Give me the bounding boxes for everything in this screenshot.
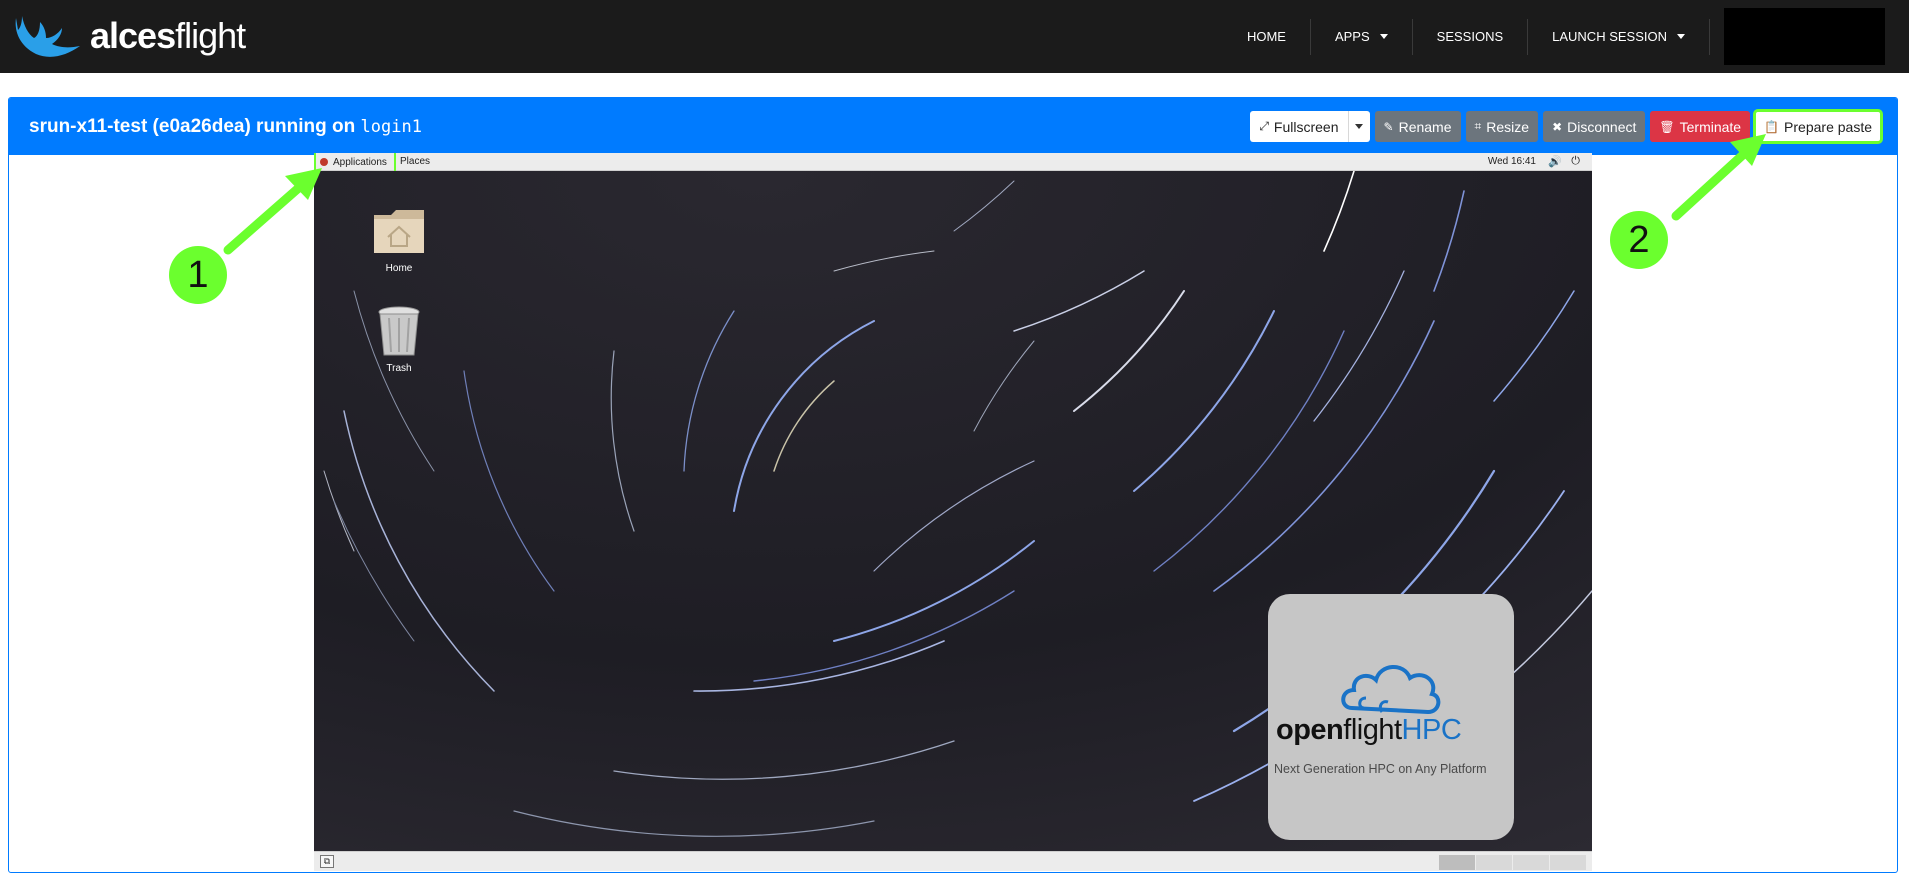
cloud-icon bbox=[1341, 665, 1441, 715]
gnome-foot-icon bbox=[320, 158, 328, 166]
annotation-badge-2: 2 bbox=[1610, 211, 1668, 269]
volume-icon[interactable]: 🔊 bbox=[1548, 155, 1562, 168]
applications-menu[interactable]: Applications bbox=[314, 153, 396, 173]
fullscreen-button[interactable]: ⤢ Fullscreen bbox=[1250, 111, 1348, 142]
power-icon[interactable]: ⏻ bbox=[1571, 155, 1580, 168]
nav-launch-session[interactable]: LAUNCH SESSION bbox=[1528, 18, 1710, 55]
session-toolbar: ⤢ Fullscreen ✎ Rename ⌗ Resize ✖ Disconnect … bbox=[1250, 109, 1883, 144]
trash-icon: 🗑 bbox=[1659, 119, 1675, 134]
crop-icon: ⌗ bbox=[1474, 119, 1482, 133]
workspace-switcher bbox=[1439, 855, 1586, 870]
remote-desktop-canvas[interactable]: Applications Places Wed 16:41 🔊 ⏻ Home T… bbox=[314, 153, 1592, 871]
workspace-1[interactable] bbox=[1439, 855, 1475, 870]
alcesflight-logo[interactable]: alcesflight bbox=[10, 10, 246, 62]
top-navbar: alcesflight HOME APPS SESSIONS LAUNCH SE… bbox=[0, 0, 1909, 73]
prepare-paste-button[interactable]: 📋 Prepare paste bbox=[1753, 109, 1883, 144]
clock[interactable]: Wed 16:41 bbox=[1488, 156, 1536, 167]
openflighthpc-logo: openflightHPC Next Generation HPC on Any… bbox=[1268, 594, 1514, 840]
desktop-icon-trash[interactable]: Trash bbox=[359, 303, 439, 374]
session-host: login1 bbox=[360, 117, 422, 137]
show-desktop-icon[interactable]: ⧉ bbox=[320, 855, 334, 868]
chevron-down-icon bbox=[1677, 34, 1685, 39]
fullscreen-dropdown-toggle[interactable] bbox=[1347, 111, 1370, 142]
terminate-button[interactable]: 🗑 Terminate bbox=[1650, 111, 1751, 142]
nav-sessions[interactable]: SESSIONS bbox=[1413, 18, 1529, 55]
disconnect-button[interactable]: ✖ Disconnect bbox=[1543, 111, 1646, 142]
places-menu[interactable]: Places bbox=[400, 156, 430, 167]
openflighthpc-tagline: Next Generation HPC on Any Platform bbox=[1274, 762, 1487, 776]
main-nav: HOME APPS SESSIONS LAUNCH SESSION bbox=[1223, 0, 1909, 73]
trash-bin-icon bbox=[378, 306, 420, 356]
workspace-2[interactable] bbox=[1476, 855, 1512, 870]
gnome-bottom-bar: ⧉ bbox=[314, 851, 1592, 871]
fullscreen-split-button: ⤢ Fullscreen bbox=[1250, 111, 1370, 142]
rename-button[interactable]: ✎ Rename bbox=[1374, 111, 1461, 142]
edit-icon: ✎ bbox=[1383, 119, 1394, 134]
folder-home-icon bbox=[374, 210, 424, 253]
chevron-down-icon bbox=[1355, 124, 1364, 129]
workspace-3[interactable] bbox=[1513, 855, 1549, 870]
annotation-badge-1: 1 bbox=[169, 246, 227, 304]
brand-name: alcesflight bbox=[90, 15, 246, 56]
workspace-4[interactable] bbox=[1550, 855, 1586, 870]
resize-button[interactable]: ⌗ Resize bbox=[1465, 111, 1539, 142]
user-account-area[interactable] bbox=[1724, 8, 1885, 65]
gnome-top-bar: Applications Places Wed 16:41 🔊 ⏻ bbox=[314, 153, 1592, 173]
clipboard-icon: 📋 bbox=[1764, 119, 1780, 134]
session-header: srun-x11-test (e0a26dea) running on logi… bbox=[9, 98, 1897, 155]
session-title: srun-x11-test (e0a26dea) running on logi… bbox=[29, 116, 422, 137]
openflighthpc-wordmark: openflightHPC bbox=[1276, 714, 1462, 746]
expand-icon: ⤢ bbox=[1259, 119, 1269, 133]
chevron-down-icon bbox=[1379, 34, 1388, 39]
nav-apps[interactable]: APPS bbox=[1311, 18, 1413, 55]
close-icon: ✖ bbox=[1552, 119, 1563, 134]
nav-home[interactable]: HOME bbox=[1223, 18, 1311, 55]
desktop-icon-home[interactable]: Home bbox=[359, 203, 439, 274]
antler-logo-icon bbox=[15, 16, 81, 57]
